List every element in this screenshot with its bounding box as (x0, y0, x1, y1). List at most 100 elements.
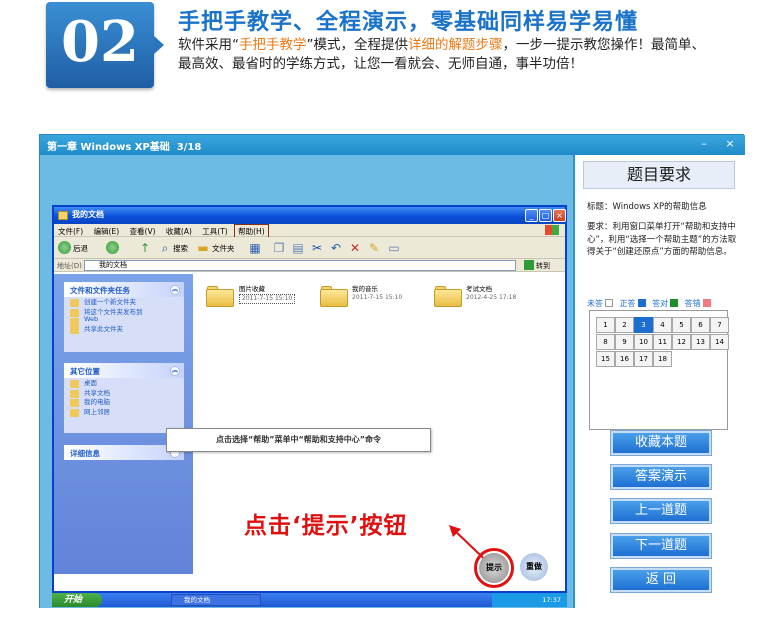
folder-date: 2011-7-15 15:10 (239, 294, 296, 304)
back-arrow-icon[interactable] (58, 241, 71, 254)
address-bar: 地址(D) 我的文档 转到 (54, 259, 565, 272)
system-tray-clock: 17:37 (492, 593, 567, 607)
question-cell[interactable]: 10 (634, 334, 653, 350)
collapse-icon[interactable]: ︽ (170, 285, 180, 295)
views-icon[interactable]: ▦ (248, 241, 262, 255)
document-icon[interactable]: ▭ (387, 241, 401, 255)
search-label[interactable]: 搜索 (173, 243, 188, 254)
menu-favorites[interactable]: 收藏(A) (162, 224, 196, 237)
place-network[interactable]: 网上邻居 (64, 407, 184, 416)
folder-item-music[interactable] (320, 285, 350, 307)
task-new-folder[interactable]: 创建一个新文件夹 (64, 297, 184, 307)
forward-arrow-icon[interactable] (106, 241, 119, 254)
collapse-icon[interactable]: ︽ (170, 366, 180, 376)
question-cell[interactable]: 7 (710, 317, 729, 333)
task-publish-web-2[interactable]: Web (64, 315, 184, 326)
back-button[interactable]: 返 回 (610, 567, 712, 593)
question-cell[interactable]: 17 (634, 351, 653, 367)
question-panel-header: 题目要求 (583, 161, 735, 189)
menu-view[interactable]: 查看(V) (126, 224, 160, 237)
file-tasks-panel: 文件和文件夹任务 ︽ 创建一个新文件夹 将这个文件夹发布到 Web 共享此文件夹 (64, 282, 184, 352)
answer-demo-button[interactable]: 答案演示 (610, 464, 712, 490)
explorer-menubar: 文件(F) 编辑(E) 查看(V) 收藏(A) 工具(T) 帮助(H) (54, 224, 565, 238)
banner-description: 软件采用“手把手教学”模式，全程提供详细的解题步骤，一步一提示教您操作！最简单、… (178, 36, 718, 73)
folder-date: 2011-7-15 15:10 (352, 294, 403, 301)
app-title: 第一章 Windows XP基础 3/18 (47, 138, 201, 153)
delete-icon[interactable]: ✕ (348, 241, 362, 255)
question-cell[interactable]: 13 (691, 334, 710, 350)
file-tasks-header[interactable]: 文件和文件夹任务 ︽ (64, 282, 184, 297)
xp-maximize-button[interactable]: □ (539, 209, 552, 222)
badge-arrow-icon (154, 36, 164, 54)
up-folder-icon[interactable]: ↑ (138, 241, 152, 255)
folder-name[interactable]: 图片收藏 (239, 285, 265, 293)
explorer-toolbar: 后退 ↑ ⌕ 搜索 ▬ 文件夹 ▦ ❐ ▤ ✂ ↶ ✕ ✎ ▭ (54, 237, 565, 259)
task-share-folder[interactable]: 共享此文件夹 (64, 324, 184, 333)
question-cell[interactable]: 16 (615, 351, 634, 367)
legend-correct: 正答 (619, 299, 636, 308)
question-cell[interactable]: 1 (596, 317, 615, 333)
cut-icon[interactable]: ✂ (310, 241, 324, 255)
question-cell[interactable]: 2 (615, 317, 634, 333)
menu-file[interactable]: 文件(F) (54, 224, 87, 237)
reset-button[interactable]: 重做 (520, 553, 548, 581)
folder-name[interactable]: 考试文档 (466, 285, 492, 293)
menu-help[interactable]: 帮助(H) (234, 224, 269, 238)
task-publish-web[interactable]: 将这个文件夹发布到 (64, 307, 184, 316)
other-places-panel: 其它位置 ︽ 桌面 共享文档 我的电脑 网上邻居 (64, 363, 184, 433)
xp-minimize-button[interactable]: _ (525, 209, 538, 222)
question-cell[interactable]: 6 (691, 317, 710, 333)
question-cell[interactable]: 14 (710, 334, 729, 350)
question-cell[interactable]: 8 (596, 334, 615, 350)
legend-swatch (605, 299, 613, 307)
question-cell[interactable]: 12 (672, 334, 691, 350)
go-label: 转到 (536, 262, 550, 270)
question-cell[interactable]: 15 (596, 351, 615, 367)
address-label: 地址(D) (57, 262, 82, 270)
question-cell[interactable]: 9 (615, 334, 634, 350)
properties-icon[interactable]: ✎ (367, 241, 381, 255)
folder-item-pictures[interactable] (206, 285, 236, 307)
question-progress: 3/18 (176, 142, 202, 153)
other-places-header[interactable]: 其它位置 ︽ (64, 363, 184, 378)
app-titlebar: 第一章 Windows XP基础 3/18 – × (40, 135, 745, 155)
start-button[interactable]: 开始 (52, 593, 102, 607)
search-icon[interactable]: ⌕ (158, 241, 172, 255)
legend-swatch (637, 299, 646, 307)
go-button[interactable]: 转到 (524, 260, 560, 271)
step-number: 02 (61, 9, 139, 75)
address-field[interactable]: 我的文档 (84, 260, 516, 271)
paste-icon[interactable]: ▤ (291, 241, 305, 255)
question-cell[interactable]: 11 (653, 334, 672, 350)
folder-item-exam-docs[interactable] (434, 285, 464, 307)
hint-button[interactable]: 提示 (479, 553, 509, 583)
taskbar-window-button[interactable]: 我的文档 (171, 594, 261, 606)
next-question-button[interactable]: 下一道题 (610, 533, 712, 559)
folders-icon[interactable]: ▬ (196, 241, 210, 255)
desc-part: 软件采用“ (178, 37, 239, 53)
place-desktop[interactable]: 桌面 (64, 378, 184, 388)
undo-icon[interactable]: ↶ (329, 241, 343, 255)
question-cell[interactable]: 3 (634, 317, 653, 333)
bookmark-button[interactable]: 收藏本题 (610, 430, 712, 456)
question-cell[interactable]: 4 (653, 317, 672, 333)
question-cell[interactable]: 5 (672, 317, 691, 333)
close-button[interactable]: × (718, 136, 742, 153)
question-cell[interactable]: 18 (653, 351, 672, 367)
place-my-computer[interactable]: 我的电脑 (64, 397, 184, 407)
folders-label[interactable]: 文件夹 (212, 243, 235, 254)
menu-edit[interactable]: 编辑(E) (90, 224, 124, 237)
explorer-titlebar[interactable]: 我的文档 _ □ × (54, 207, 566, 224)
menu-tools[interactable]: 工具(T) (198, 224, 231, 237)
back-label[interactable]: 后退 (73, 243, 88, 254)
copy-icon[interactable]: ❐ (272, 241, 286, 255)
desc-part: ”模式，全程提供 (306, 37, 409, 53)
legend-wrong: 答错 (684, 299, 701, 308)
previous-question-button[interactable]: 上一道题 (610, 498, 712, 524)
xp-close-button[interactable]: × (553, 209, 566, 222)
explorer-window: 我的文档 _ □ × 文件(F) 编辑(E) 查看(V) 收藏(A) 工具(T)… (52, 205, 567, 593)
folder-name[interactable]: 我的音乐 (352, 285, 378, 293)
minimize-button[interactable]: – (692, 136, 716, 153)
desc-highlight: 手把手教学 (239, 37, 307, 53)
place-shared-docs[interactable]: 共享文档 (64, 388, 184, 397)
